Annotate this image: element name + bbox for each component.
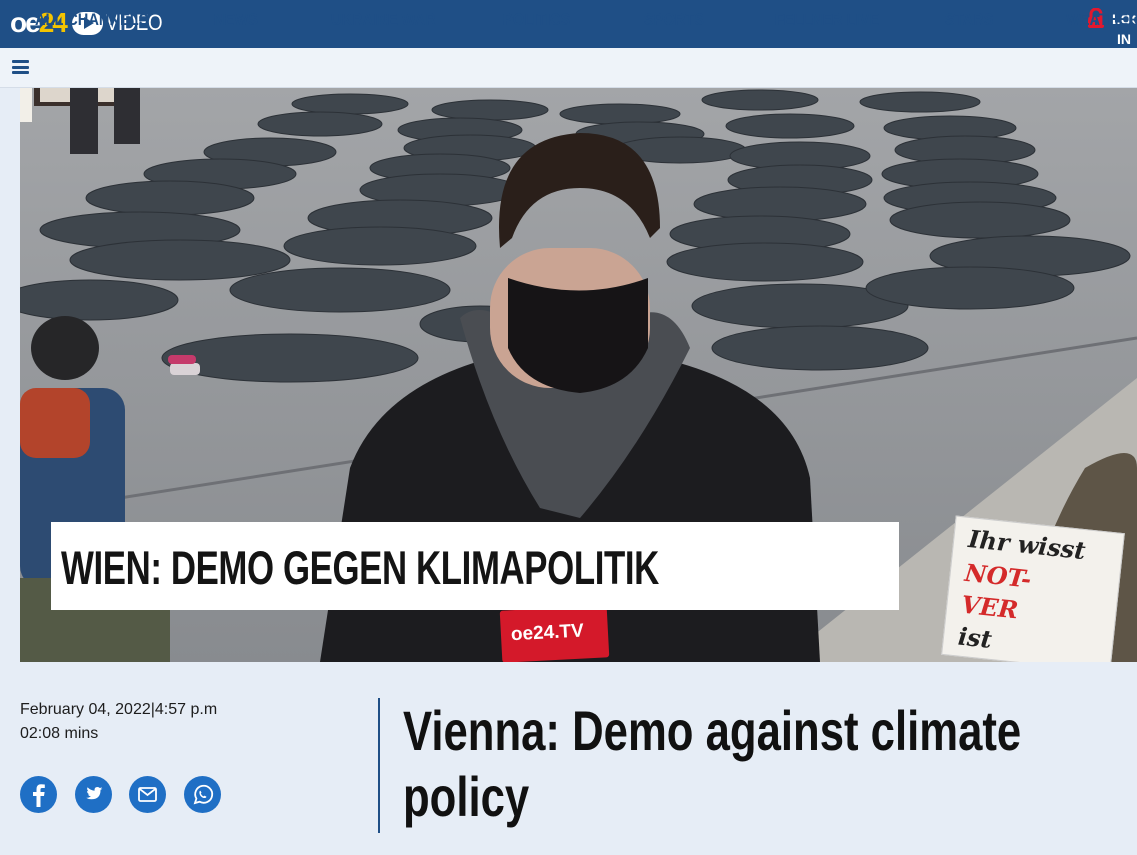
video-player[interactable]: Ihr wisst NOT- VER ist oe24.TV WIEN: DEM…	[20, 88, 1137, 662]
nav-all-channels[interactable]: ALL CHANNELS	[35, 8, 148, 32]
nav-fellner-live[interactable]: FELLNER LIVE	[775, 8, 879, 32]
twitter-icon	[86, 787, 103, 800]
nav-ukraine-war[interactable]: UKRAINE WAR	[331, 8, 436, 32]
video-duration: 02:08 mins	[20, 725, 99, 742]
nav-sports[interactable]: SPORTS	[644, 8, 704, 32]
sign-line-2: NOT-	[963, 557, 1033, 594]
whatsapp-icon	[193, 784, 214, 805]
nav-news[interactable]: NEWS	[214, 8, 258, 32]
facebook-icon	[33, 784, 45, 807]
protest-sign: Ihr wisst NOT- VER ist	[941, 515, 1125, 662]
meta-divider	[378, 698, 380, 833]
login-label-line2: IN	[1117, 31, 1131, 47]
share-facebook-button[interactable]	[20, 776, 57, 813]
share-twitter-button[interactable]	[75, 776, 112, 813]
lower-third-caption: WIEN: DEMO GEGEN KLIMAPOLITIK	[61, 541, 659, 594]
hamburger-menu-icon[interactable]	[12, 60, 29, 74]
main-navigation	[0, 48, 1137, 88]
share-whatsapp-button[interactable]	[184, 776, 221, 813]
nav-weather[interactable]: WEATHER	[1066, 8, 1137, 32]
video-lower-third: WIEN: DEMO GEGEN KLIMAPOLITIK	[51, 522, 899, 610]
nav-politics[interactable]: POLITICS	[503, 8, 570, 32]
share-email-button[interactable]	[129, 776, 166, 813]
publish-time: 4:57 p.m	[154, 701, 218, 718]
email-icon	[138, 787, 157, 802]
nav-stars[interactable]: STARS	[945, 8, 993, 32]
microphone-flag-logo: oe24.TV	[510, 620, 585, 646]
publish-date: February 04, 2022	[20, 701, 151, 718]
microphone-flag: oe24.TV	[499, 605, 610, 662]
article-headline-text: Vienna: Demo against climate policy	[403, 699, 1022, 828]
publish-datetime: February 04, 2022|4:57 p.m	[20, 700, 217, 720]
sign-line-4: ist	[956, 621, 994, 654]
sign-line-3: VER	[960, 589, 1020, 625]
article-headline: Vienna: Demo against climate policy	[403, 698, 1021, 830]
